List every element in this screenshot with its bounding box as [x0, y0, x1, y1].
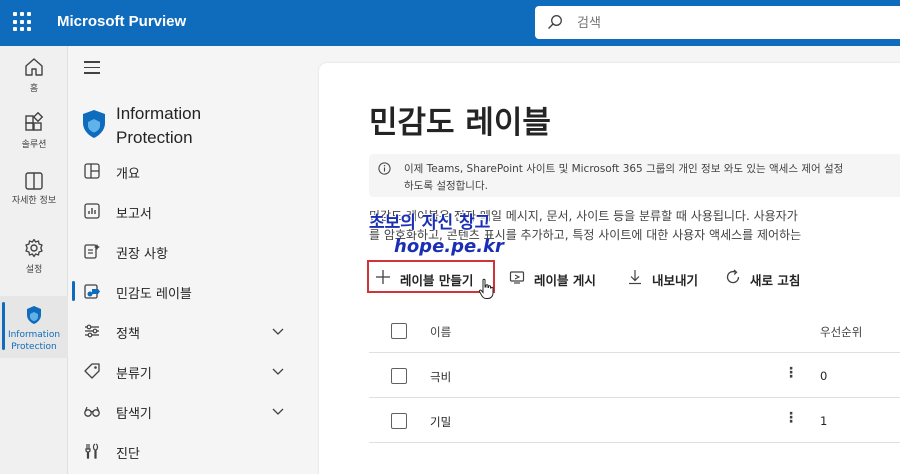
- select-all-checkbox[interactable]: [391, 323, 407, 339]
- search-box[interactable]: [535, 6, 900, 39]
- watermark-url: hope.pe.kr: [394, 236, 504, 257]
- table-row[interactable]: 극비 ⋮ 0: [369, 354, 900, 398]
- label-priority: 1: [820, 414, 828, 428]
- more-options-icon[interactable]: ⋮: [784, 410, 798, 426]
- search-input[interactable]: [577, 13, 877, 33]
- rail-item-home[interactable]: 홈: [0, 56, 68, 94]
- watermark-text: 초보의 자신 창고: [369, 213, 491, 233]
- nav-item-label: 보고서: [116, 207, 152, 222]
- nav-item-label: 진단: [116, 447, 140, 462]
- column-header-name[interactable]: 이름: [430, 324, 451, 340]
- nav-item-label: 개요: [116, 167, 140, 182]
- nav-item-label: 분류기: [116, 367, 152, 382]
- table-header-row: 이름 우선순위: [369, 309, 900, 353]
- glasses-icon: [84, 406, 100, 417]
- label-name[interactable]: 극비: [430, 369, 451, 385]
- tools-icon: [85, 443, 99, 459]
- nav-item-reports[interactable]: 보고서: [69, 192, 309, 230]
- nav-item-label: 민감도 레이블: [116, 287, 192, 302]
- overview-icon: [84, 163, 100, 179]
- info-text-line2: 하도록 설정합니다.: [404, 180, 488, 192]
- rail-item-solutions[interactable]: 솔루션: [0, 112, 68, 150]
- page-title: 민감도 레이블: [369, 105, 551, 141]
- info-icon: [378, 162, 391, 175]
- main-content: 민감도 레이블 이제 Teams, SharePoint 사이트 및 Micro…: [319, 63, 900, 474]
- home-icon: [25, 58, 43, 76]
- nav-item-recommendations[interactable]: 권장 사항: [69, 232, 309, 270]
- label-icon: [84, 284, 100, 299]
- highlight-box: [367, 260, 495, 293]
- publish-label-button[interactable]: 레이블 게시: [503, 260, 613, 294]
- rail-item-label: Information Protection: [7, 330, 61, 352]
- chevron-down-icon[interactable]: [271, 364, 285, 378]
- nav-item-classifiers[interactable]: 분류기: [69, 352, 309, 390]
- nav-item-label: 정책: [116, 327, 140, 342]
- rail-item-label: 설정: [25, 265, 43, 275]
- app-launcher-icon[interactable]: [13, 12, 33, 32]
- info-text-line1: 이제 Teams, SharePoint 사이트 및 Microsoft 365…: [404, 163, 844, 175]
- rail-item-settings[interactable]: 설정: [0, 237, 68, 275]
- nav-item-policies[interactable]: 정책: [69, 312, 309, 350]
- nav-item-overview[interactable]: 개요: [69, 152, 309, 190]
- row-checkbox[interactable]: [391, 368, 407, 384]
- nav-section-title: Information Protection: [116, 104, 202, 147]
- refresh-icon: [726, 269, 740, 284]
- collapse-nav-icon[interactable]: [84, 61, 100, 78]
- rail-item-label: 자세한 정보: [11, 196, 57, 206]
- book-icon: [25, 172, 43, 190]
- rail-item-label: 홈: [29, 84, 39, 94]
- nav-item-diagnostics[interactable]: 진단: [69, 432, 309, 470]
- table-row[interactable]: 기밀 ⋮ 1: [369, 399, 900, 443]
- left-rail: 홈 솔루션 자세한 정보 설정 Information Protection: [0, 46, 68, 474]
- sliders-icon: [85, 324, 99, 338]
- download-icon: [629, 270, 641, 285]
- nav-item-explorers[interactable]: 탐색기: [69, 392, 309, 430]
- shield-icon: [27, 306, 41, 324]
- chevron-down-icon[interactable]: [271, 324, 285, 338]
- search-icon: [548, 15, 562, 29]
- export-button[interactable]: 내보내기: [621, 260, 717, 294]
- solutions-icon: [25, 112, 44, 131]
- rail-item-learn[interactable]: 자세한 정보: [0, 170, 68, 207]
- rail-item-label: 솔루션: [21, 140, 47, 150]
- info-message-bar: 이제 Teams, SharePoint 사이트 및 Microsoft 365…: [369, 154, 900, 197]
- nav-pane: Information Protection 개요 보고서 권장 사항 민감도 …: [69, 46, 316, 474]
- tag-icon: [84, 363, 100, 379]
- recommendation-icon: [84, 244, 100, 259]
- chart-icon: [84, 203, 100, 219]
- nav-item-label: 권장 사항: [116, 247, 168, 262]
- top-bar: Microsoft Purview: [0, 0, 900, 46]
- nav-item-sensitivity-labels[interactable]: 민감도 레이블: [69, 272, 309, 310]
- label-priority: 0: [820, 369, 828, 383]
- label-name[interactable]: 기밀: [430, 414, 451, 430]
- chevron-down-icon[interactable]: [271, 404, 285, 418]
- column-header-priority[interactable]: 우선순위: [820, 324, 862, 340]
- row-checkbox[interactable]: [391, 413, 407, 429]
- publish-icon: [509, 271, 525, 284]
- information-protection-icon: [83, 110, 105, 138]
- refresh-button[interactable]: 새로 고침: [719, 260, 819, 294]
- hand-cursor-icon: [478, 278, 494, 299]
- more-options-icon[interactable]: ⋮: [784, 365, 798, 381]
- rail-item-information-protection[interactable]: Information Protection: [0, 296, 68, 358]
- app-title[interactable]: Microsoft Purview: [57, 13, 186, 30]
- gear-icon: [25, 238, 43, 258]
- nav-item-label: 탐색기: [116, 407, 152, 422]
